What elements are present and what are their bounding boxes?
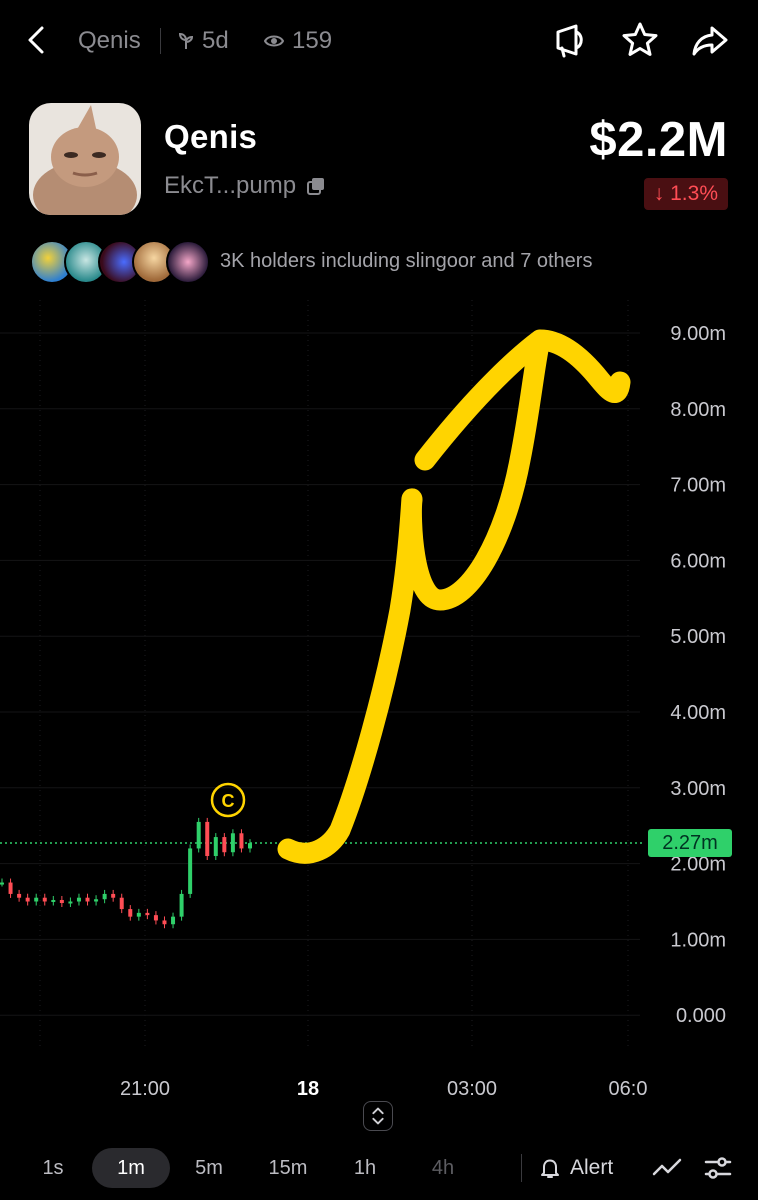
candle-body xyxy=(153,915,158,921)
candle-body xyxy=(34,897,39,902)
token-address-label: EkcT...pump xyxy=(164,172,297,199)
age-label: 5d xyxy=(202,27,229,54)
views-label: 159 xyxy=(292,27,333,54)
y-tick-label: 8.00m xyxy=(670,399,726,421)
candle-body xyxy=(25,897,30,902)
candle-body xyxy=(239,833,244,849)
y-tick-label: 4.00m xyxy=(670,702,726,724)
candle-body xyxy=(85,897,90,902)
creator-marker-letter: C xyxy=(222,791,235,811)
candle-body xyxy=(17,893,22,898)
y-tick-label: 1.00m xyxy=(670,929,726,951)
token-avatar xyxy=(29,103,141,215)
y-axis: 9.00m8.00m7.00m6.00m5.00m4.00m3.00m2.00m… xyxy=(670,323,726,1027)
y-tick-label: 3.00m xyxy=(670,778,726,800)
token-name: Qenis xyxy=(164,118,258,155)
creator-marker[interactable]: C xyxy=(210,782,246,818)
candle-body xyxy=(188,848,193,894)
divider xyxy=(160,28,161,54)
y-tick-label: 9.00m xyxy=(670,323,726,345)
x-tick-label: 03:00 xyxy=(447,1078,497,1100)
top-bar: Qenis 5d 159 xyxy=(0,0,758,80)
token-address[interactable]: EkcT...pump xyxy=(164,172,326,200)
line-chart-icon[interactable] xyxy=(650,1150,686,1186)
settings-sliders-icon[interactable] xyxy=(700,1150,736,1186)
y-tick-label: 5.00m xyxy=(670,626,726,648)
timeframe-5m[interactable]: 5m xyxy=(184,1148,234,1188)
candle-body xyxy=(230,833,235,853)
candle-body xyxy=(213,837,218,857)
candle-body xyxy=(94,899,99,902)
candle-body xyxy=(111,893,116,898)
timeframe-bar: 1s 1m 5m 15m 1h 4h Alert xyxy=(0,1140,758,1200)
x-tick-label: 18 xyxy=(297,1078,319,1100)
token-symbol: Qenis xyxy=(78,27,141,54)
timeframe-15m[interactable]: 15m xyxy=(258,1148,318,1188)
candle-body xyxy=(76,897,81,902)
timeframe-1h[interactable]: 1h xyxy=(342,1148,388,1188)
back-arrow-icon[interactable] xyxy=(18,22,54,58)
current-price-tag: 2.27m xyxy=(648,829,732,857)
x-tick-label: 06:0 xyxy=(609,1078,648,1100)
holders-summary[interactable]: 3K holders including slingoor and 7 othe… xyxy=(220,250,592,273)
candle-body xyxy=(119,897,124,910)
alert-button[interactable]: Alert xyxy=(538,1148,613,1188)
candle-body xyxy=(128,909,133,917)
candle-body xyxy=(145,912,150,916)
copy-icon[interactable] xyxy=(306,176,326,196)
alert-label: Alert xyxy=(570,1156,614,1179)
chart-grid xyxy=(0,300,640,1050)
market-cap: $2.2M xyxy=(589,113,728,167)
candle-body xyxy=(162,920,167,925)
x-tick-label: 21:00 xyxy=(120,1078,170,1100)
chart-canvas[interactable]: 9.00m8.00m7.00m6.00m5.00m4.00m3.00m2.00m… xyxy=(0,300,758,1100)
candle-body xyxy=(59,899,64,904)
candle-body xyxy=(68,901,73,904)
eye-icon xyxy=(264,35,284,47)
y-tick-label: 0.000 xyxy=(676,1005,726,1027)
expand-chart-icon[interactable] xyxy=(363,1101,393,1131)
megaphone-icon[interactable] xyxy=(550,20,590,60)
view-count: 159 xyxy=(264,26,332,56)
share-icon[interactable] xyxy=(690,20,730,60)
candle-body xyxy=(136,912,141,917)
candle-body xyxy=(102,893,107,900)
price-change-badge: ↓ 1.3% xyxy=(643,178,728,210)
candle-body xyxy=(248,843,252,849)
toolbar-divider xyxy=(521,1154,522,1182)
price-chart[interactable]: 9.00m 8.00m 7.00m 6.00m 5.00m 4.00m 3.00m 2.00m… xyxy=(0,300,758,1100)
y-tick-label: 7.00m xyxy=(670,475,726,497)
candles xyxy=(0,817,252,929)
holder-avatar xyxy=(166,240,210,284)
candle-body xyxy=(179,893,184,917)
candle-body xyxy=(222,837,227,853)
star-icon[interactable] xyxy=(620,20,660,60)
x-axis: 21:00 18 03:00 06:0 xyxy=(120,1078,648,1100)
candle-body xyxy=(196,821,201,849)
candle-body xyxy=(171,916,176,925)
age-indicator: 5d xyxy=(176,26,229,56)
hand-drawn-arrow xyxy=(277,329,631,864)
candle-body xyxy=(0,882,4,885)
bell-icon xyxy=(541,1159,559,1178)
candle-body xyxy=(8,882,13,894)
timeframe-1m[interactable]: 1m xyxy=(92,1148,170,1188)
timeframe-4h[interactable]: 4h xyxy=(420,1148,466,1188)
candle-body xyxy=(205,821,210,857)
timeframe-1s[interactable]: 1s xyxy=(30,1148,76,1188)
candle-body xyxy=(42,897,47,902)
sprout-icon xyxy=(178,32,194,49)
holder-avatars[interactable] xyxy=(30,240,210,286)
candle-body xyxy=(51,899,56,902)
y-tick-label: 6.00m xyxy=(670,550,726,572)
